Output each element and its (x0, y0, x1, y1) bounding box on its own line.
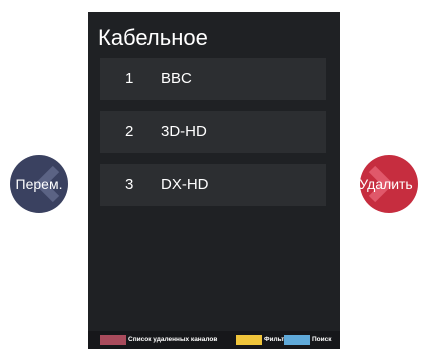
channel-row[interactable]: 1 BBC (100, 58, 326, 100)
channel-name: DX-HD (161, 176, 209, 193)
red-key-swatch (100, 335, 126, 345)
delete-button-label: Удалить (359, 176, 413, 192)
channel-number: 2 (125, 123, 134, 140)
yellow-key-swatch (236, 335, 262, 345)
panel-title: Кабельное (98, 25, 208, 50)
search-label: Поиск (312, 336, 332, 343)
move-button-label: Перем. (15, 176, 63, 192)
channel-number: 3 (125, 176, 134, 193)
move-button[interactable]: Перем. (10, 155, 68, 213)
channel-list-panel: Кабельное 1 BBC 2 3D-HD 3 DX-HD Список у… (88, 12, 340, 349)
channel-row[interactable]: 3 DX-HD (100, 164, 326, 206)
channel-number: 1 (125, 70, 134, 87)
color-key-legend: Список удаленных каналов Фильтр Поиск (88, 331, 340, 349)
deleted-channels-label: Список удаленных каналов (128, 336, 218, 343)
channel-name: 3D-HD (161, 123, 207, 140)
blue-key-swatch (284, 335, 310, 345)
delete-button[interactable]: Удалить (359, 155, 418, 213)
channel-row[interactable]: 2 3D-HD (100, 111, 326, 153)
channel-name: BBC (161, 70, 192, 87)
